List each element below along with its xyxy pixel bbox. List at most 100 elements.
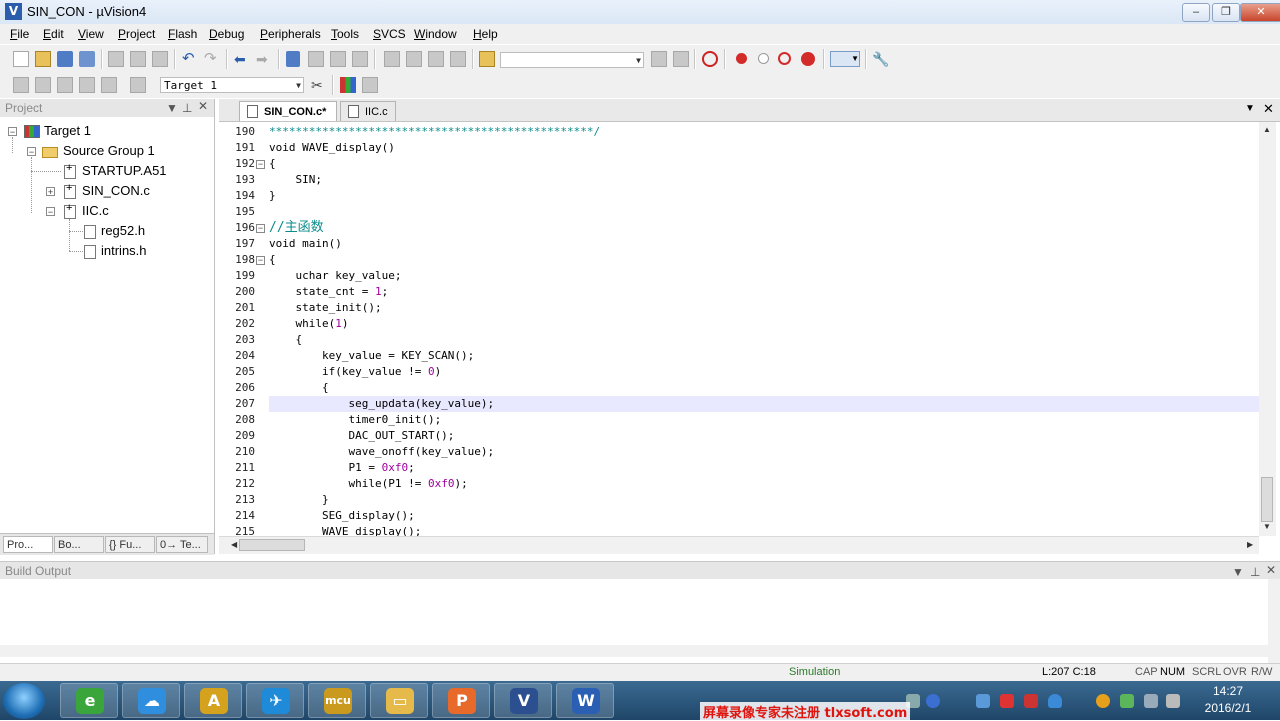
menu-project[interactable]: Project: [118, 27, 155, 41]
tray-network-icon[interactable]: [1120, 694, 1134, 708]
code-line[interactable]: }: [269, 188, 276, 204]
tray-app-icon[interactable]: [1024, 694, 1038, 708]
insert-bookmark-icon[interactable]: [286, 51, 300, 67]
uncomment-icon[interactable]: [450, 51, 466, 67]
collapse-group-button[interactable]: −: [27, 147, 36, 157]
code-line[interactable]: ****************************************…: [269, 124, 600, 140]
code-line[interactable]: {: [269, 156, 276, 172]
taskbar-app-font-app[interactable]: A: [184, 683, 242, 718]
prev-bookmark-icon[interactable]: [308, 51, 324, 67]
code-line[interactable]: {: [269, 252, 276, 268]
chevron-down-icon[interactable]: ▼: [636, 53, 641, 69]
menu-file[interactable]: File: [10, 27, 29, 41]
tab-books[interactable]: Bo...: [54, 536, 104, 553]
navigate-forward-icon[interactable]: ➡: [256, 51, 272, 67]
kill-breakpoints-icon[interactable]: [801, 52, 815, 66]
code-line[interactable]: DAC_OUT_START();: [269, 428, 454, 444]
menu-flash[interactable]: Flash: [168, 27, 197, 41]
build-output-hscrollbar[interactable]: [0, 645, 1268, 657]
comment-icon[interactable]: [428, 51, 444, 67]
insert-breakpoint-icon[interactable]: [736, 53, 747, 64]
code-line[interactable]: P1 = 0xf0;: [269, 460, 414, 476]
save-icon[interactable]: [57, 51, 73, 67]
menu-edit[interactable]: Edit: [43, 27, 64, 41]
menu-help[interactable]: Help: [473, 27, 498, 41]
navigate-back-icon[interactable]: ⬅: [234, 51, 250, 67]
scroll-right-icon[interactable]: ▶: [1247, 540, 1253, 549]
code-line[interactable]: timer0_init();: [269, 412, 441, 428]
menu-svcs[interactable]: SVCS: [373, 27, 406, 41]
build-output-scrollbar[interactable]: [1268, 579, 1280, 663]
tab-templates[interactable]: 0→ Te...: [156, 536, 208, 553]
build-output-area[interactable]: [0, 579, 1280, 663]
scroll-down-icon[interactable]: ▼: [1263, 522, 1271, 531]
code-line[interactable]: //主函数: [269, 220, 324, 236]
pin-icon[interactable]: ⊥: [1250, 565, 1260, 579]
code-line[interactable]: seg_updata(key_value);: [269, 396, 494, 412]
panel-menu-icon[interactable]: ▼: [1232, 565, 1244, 579]
close-tab-icon[interactable]: ✕: [1263, 101, 1274, 117]
code-line[interactable]: SIN;: [269, 172, 322, 188]
cut-icon[interactable]: [108, 51, 124, 67]
code-line[interactable]: if(key_value != 0): [269, 364, 441, 380]
tab-project[interactable]: Pro...: [3, 536, 53, 553]
redo-icon[interactable]: ↷: [204, 51, 220, 67]
tab-list-icon[interactable]: ▼: [1245, 103, 1255, 114]
tab-sin-con-c[interactable]: SIN_CON.c*: [239, 101, 337, 121]
clock-time[interactable]: 14:27: [1200, 684, 1256, 698]
save-all-icon[interactable]: [79, 51, 95, 67]
open-file-icon[interactable]: [35, 51, 51, 67]
tree-item-target[interactable]: Target 1: [44, 121, 91, 141]
code-line[interactable]: void WAVE_display(): [269, 140, 395, 156]
tree-item-startup-a51[interactable]: STARTUP.A51: [82, 161, 167, 181]
vertical-scrollbar[interactable]: ▲ ▼: [1259, 122, 1276, 536]
tree-item-sin-con-c[interactable]: SIN_CON.c: [82, 181, 150, 201]
code-line[interactable]: wave_onoff(key_value);: [269, 444, 494, 460]
tree-item-intrins-h[interactable]: intrins.h: [101, 241, 147, 261]
disable-breakpoints-icon[interactable]: [778, 52, 791, 65]
next-bookmark-icon[interactable]: [330, 51, 346, 67]
tree-item-reg52-h[interactable]: reg52.h: [101, 221, 145, 241]
close-button[interactable]: ✕: [1240, 3, 1280, 22]
uvision-app-icon[interactable]: V: [5, 3, 22, 20]
clock-date[interactable]: 2016/2/1: [1200, 701, 1256, 715]
paste-icon[interactable]: [152, 51, 168, 67]
fold-toggle-icon[interactable]: −: [256, 160, 265, 169]
translate-icon[interactable]: [13, 77, 29, 93]
find-icon[interactable]: [651, 51, 667, 67]
tab-iic-c[interactable]: IIC.c: [340, 101, 396, 121]
minimize-button[interactable]: ‒: [1182, 3, 1210, 22]
taskbar-app-ppt[interactable]: P: [432, 683, 490, 718]
target-select[interactable]: Target 1 ▼: [160, 77, 304, 93]
vertical-scroll-thumb[interactable]: [1261, 477, 1273, 522]
code-line[interactable]: state_init();: [269, 300, 381, 316]
taskbar-app-360-browser[interactable]: e: [60, 683, 118, 718]
find-in-files-icon[interactable]: [479, 51, 495, 67]
copy-icon[interactable]: [130, 51, 146, 67]
restore-button[interactable]: ❐: [1212, 3, 1240, 22]
fold-toggle-icon[interactable]: −: [256, 224, 265, 233]
undo-icon[interactable]: ↶: [182, 51, 198, 67]
indent-icon[interactable]: [384, 51, 400, 67]
tray-app-icon[interactable]: [976, 694, 990, 708]
tray-volume-icon[interactable]: [1166, 694, 1180, 708]
code-line[interactable]: void main(): [269, 236, 342, 252]
window-layout-icon[interactable]: ▼: [830, 51, 860, 67]
taskbar-app-explorer[interactable]: ▭: [370, 683, 428, 718]
manage-project-items-icon[interactable]: [340, 77, 356, 93]
unindent-icon[interactable]: [406, 51, 422, 67]
code-line[interactable]: key_value = KEY_SCAN();: [269, 348, 474, 364]
tray-app-icon[interactable]: [1000, 694, 1014, 708]
multi-project-icon[interactable]: [362, 77, 378, 93]
tray-qq-icon[interactable]: [1096, 694, 1110, 708]
stop-build-icon[interactable]: [101, 77, 117, 93]
menu-debug[interactable]: Debug: [209, 27, 244, 41]
fold-toggle-icon[interactable]: −: [256, 256, 265, 265]
chevron-down-icon[interactable]: ▼: [296, 78, 301, 94]
taskbar-app-baidu-netdisk[interactable]: ☁: [122, 683, 180, 718]
collapse-target-button[interactable]: −: [8, 127, 17, 137]
clear-bookmarks-icon[interactable]: [352, 51, 368, 67]
taskbar-app-feiq[interactable]: ✈: [246, 683, 304, 718]
collapse-iic-button[interactable]: −: [46, 207, 55, 217]
horizontal-scroll-thumb[interactable]: [239, 539, 305, 551]
